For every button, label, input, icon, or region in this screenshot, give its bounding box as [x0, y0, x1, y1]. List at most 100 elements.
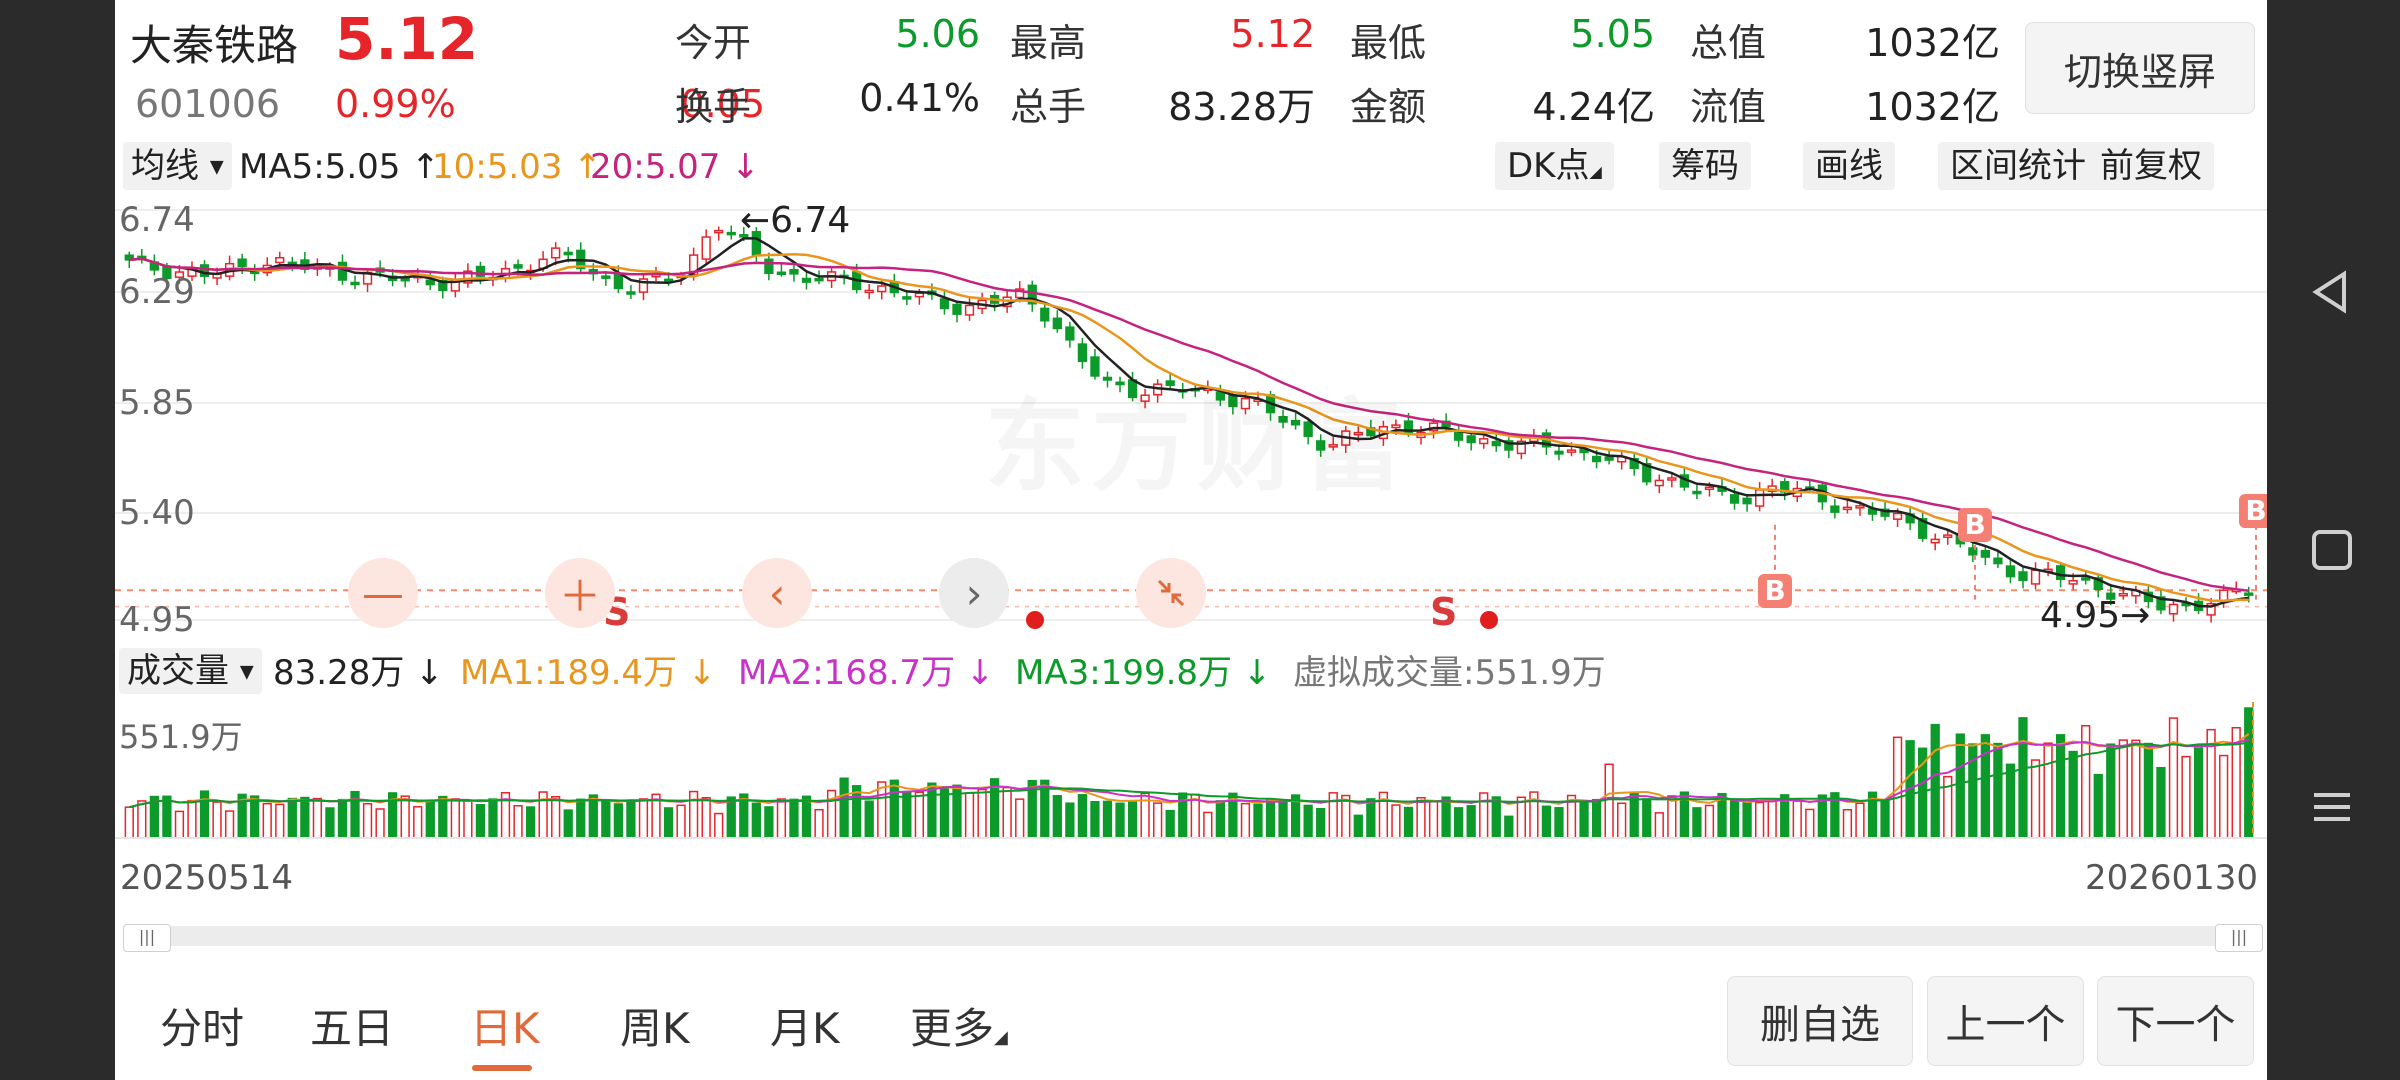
- stock-code: 601006: [135, 82, 281, 126]
- volume-bar: [877, 781, 887, 839]
- volume-bar: [337, 798, 348, 839]
- tab-intraday[interactable]: 分时: [160, 995, 244, 1056]
- volume-bar: [1805, 808, 1815, 839]
- volume-bar: [626, 800, 636, 839]
- volume-bar: [688, 790, 699, 839]
- candle-body: [1491, 440, 1501, 447]
- signal-dot[interactable]: [1026, 611, 1044, 629]
- volume-bar: [1729, 799, 1740, 839]
- scroll-right-button[interactable]: ›: [939, 558, 1009, 628]
- volume-bar: [1366, 798, 1376, 839]
- buy-signal[interactable]: B: [1958, 508, 1992, 542]
- candle-body: [877, 285, 887, 293]
- volume-bar: [513, 805, 523, 839]
- android-nav-home[interactable]: [2300, 518, 2364, 582]
- volume-select[interactable]: 成交量 ▼: [119, 648, 262, 694]
- volume-bar: [588, 794, 598, 839]
- volume-bar: [2005, 763, 2016, 839]
- android-nav-recents[interactable]: [2300, 775, 2364, 839]
- candle-body: [2068, 580, 2078, 585]
- volume-bar: [1278, 801, 1288, 839]
- candle-body: [964, 304, 975, 316]
- scroll-left-button[interactable]: ‹: [742, 558, 812, 628]
- volume-bar: [551, 795, 561, 839]
- volume-bar: [701, 797, 711, 839]
- chart-scrollbar[interactable]: [123, 926, 2263, 946]
- buy-signal[interactable]: B: [2239, 494, 2267, 528]
- chip-button[interactable]: 筹码: [1659, 142, 1751, 190]
- next-stock-button[interactable]: 下一个: [2097, 976, 2254, 1066]
- volume-bar: [1015, 798, 1025, 839]
- volume-bar: [864, 800, 874, 839]
- candle-body: [1040, 307, 1050, 322]
- volume-bar: [2193, 747, 2204, 839]
- tab-monthly-k[interactable]: 月K: [770, 995, 840, 1056]
- candle-body: [1930, 538, 1940, 544]
- arrow-down-icon: ↓: [687, 653, 717, 693]
- ma-select-label: 均线: [131, 146, 199, 186]
- draw-line-button[interactable]: 画线: [1803, 142, 1895, 190]
- stock-change-percent: 0.99%: [335, 82, 456, 126]
- ma20-value: 20:5.07 ↓: [590, 147, 760, 187]
- switch-portrait-button[interactable]: 切换竖屏: [2025, 22, 2255, 114]
- sell-signal[interactable]: S: [1430, 590, 1457, 634]
- quote-value-high: 5.12: [1230, 12, 1315, 56]
- volume-bar: [362, 803, 373, 839]
- volume-bar: [726, 796, 736, 839]
- volume-bar: [1993, 742, 2003, 839]
- volume-bar: [212, 801, 222, 839]
- previous-stock-button[interactable]: 上一个: [1927, 976, 2084, 1066]
- quote-header: 大秦铁路 5.12 601006 0.99% 0.05 今开 5.06 最高 5…: [115, 0, 2267, 134]
- candle-body: [1077, 343, 1088, 363]
- signal-dot[interactable]: [1480, 611, 1498, 629]
- volume-bar: [325, 807, 335, 839]
- volume-bar: [488, 798, 498, 839]
- volume-bar: [2168, 717, 2179, 839]
- buy-signal[interactable]: B: [1758, 574, 1792, 608]
- volume-bar: [902, 791, 912, 839]
- arrow-down-icon: ↓: [415, 653, 444, 693]
- candle-body: [1591, 455, 1602, 463]
- ma-select[interactable]: 均线 ▼: [123, 142, 232, 190]
- volume-bar: [525, 806, 536, 839]
- reset-zoom-button[interactable]: [1136, 558, 1206, 628]
- candle-body: [776, 271, 787, 276]
- candle-body: [2244, 592, 2254, 596]
- scroll-handle-left[interactable]: |||: [123, 924, 171, 952]
- candle-body: [1754, 489, 1765, 507]
- volume-bar: [1403, 806, 1414, 839]
- candle-body: [1980, 549, 1991, 558]
- zoom-in-button[interactable]: ＋: [545, 558, 615, 628]
- candle-body: [2168, 603, 2179, 615]
- delete-watchlist-button[interactable]: 删自选: [1727, 976, 1913, 1066]
- volume-bar: [2043, 742, 2053, 839]
- scroll-handle-right[interactable]: |||: [2215, 924, 2263, 952]
- candle-body: [1667, 477, 1677, 481]
- tab-weekly-k[interactable]: 周K: [620, 995, 690, 1056]
- candle-body: [814, 277, 824, 282]
- volume-bar: [450, 798, 460, 839]
- price-axis-label: 5.85: [119, 383, 195, 423]
- volume-bar: [1253, 803, 1263, 839]
- quote-value-low: 5.05: [1570, 12, 1655, 56]
- tab-daily-k[interactable]: 日K: [470, 995, 540, 1056]
- zoom-out-button[interactable]: —: [348, 558, 418, 628]
- quote-value-amount: 4.24亿: [1532, 85, 1655, 129]
- volume-max-label: 551.9万: [119, 718, 243, 756]
- price-adjust-button[interactable]: 前复权: [2088, 142, 2214, 190]
- price-axis-label: 6.74: [119, 200, 195, 240]
- android-nav-back[interactable]: [2300, 260, 2364, 324]
- tab-more[interactable]: 更多◢: [910, 995, 1008, 1056]
- range-stats-button[interactable]: 区间统计: [1938, 142, 2098, 190]
- candle-body: [902, 296, 912, 300]
- candle-body: [1065, 326, 1075, 341]
- volume-bar: [1416, 797, 1426, 839]
- dk-point-button[interactable]: DK点◢: [1495, 142, 1614, 190]
- volume-chart[interactable]: [115, 698, 2267, 848]
- tab-five-day[interactable]: 五日: [310, 995, 394, 1056]
- volume-bar: [1466, 805, 1476, 839]
- volume-bar: [2093, 773, 2103, 839]
- volume-bar: [137, 800, 147, 839]
- candle-body: [2018, 571, 2028, 582]
- candle-body: [1830, 505, 1840, 513]
